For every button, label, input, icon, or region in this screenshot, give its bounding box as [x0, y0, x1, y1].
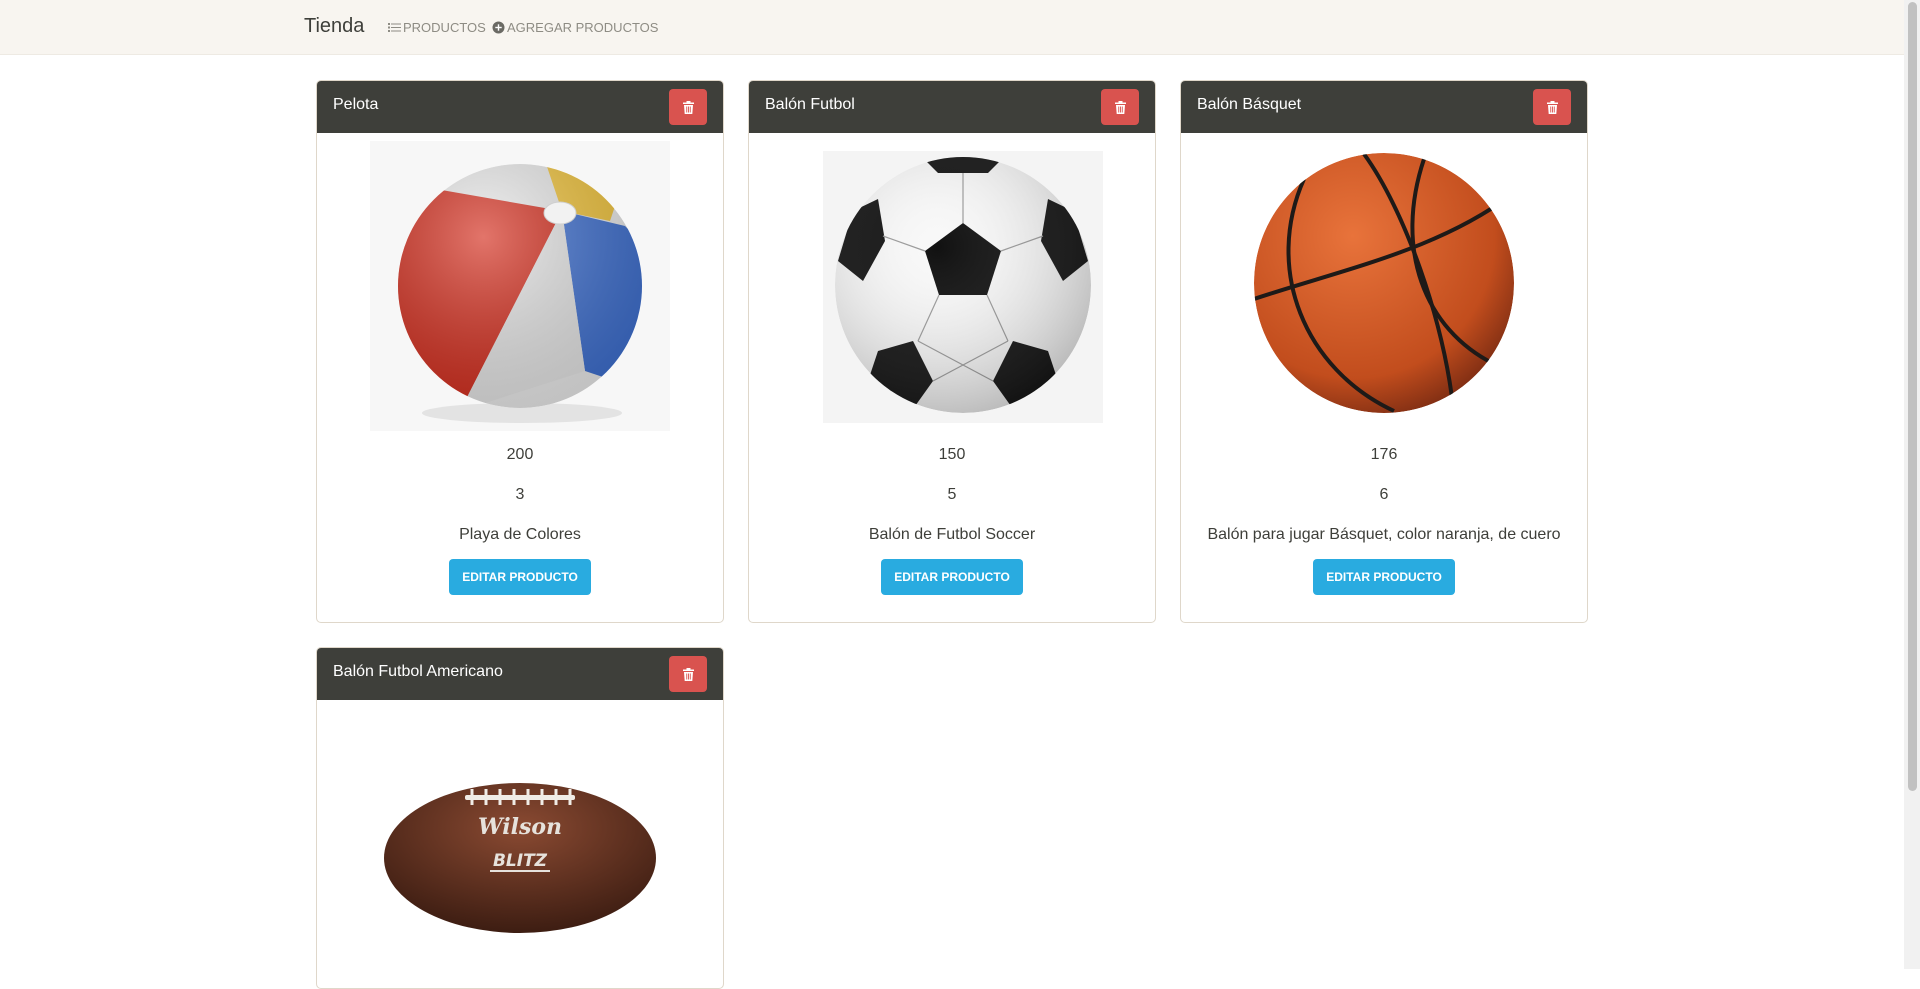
trash-icon: [1546, 100, 1558, 114]
card-header: Balón Futbol: [749, 81, 1155, 133]
product-description: Balón de Futbol Soccer: [868, 526, 1036, 543]
product-info: 200 3 Playa de Colores EDITAR PRODUCTO: [317, 435, 723, 595]
delete-button[interactable]: [669, 656, 707, 692]
delete-button[interactable]: [1101, 89, 1139, 125]
product-description: Balón para jugar Básquet, color naranja,…: [1207, 526, 1561, 543]
card-header: Balón Básquet: [1181, 81, 1587, 133]
trash-icon: [682, 667, 694, 681]
brand-link[interactable]: Tienda: [304, 15, 364, 38]
product-card: Pelota 200 3 Playa de Colores EDITAR PRO…: [316, 80, 724, 623]
product-info: 150 5 Balón de Futbol Soccer EDITAR PROD…: [749, 435, 1155, 595]
product-image: [317, 133, 723, 435]
football-brand-text: Wilson: [478, 814, 562, 840]
nav-link-productos[interactable]: PRODUCTOS: [388, 20, 486, 35]
trash-icon: [682, 100, 694, 114]
product-price: 150: [938, 446, 966, 463]
navbar: Tienda PRODUCTOS AGREGAR PRODUCTOS: [0, 0, 1904, 55]
product-image: Wilson BLITZ: [317, 700, 723, 988]
edit-product-button[interactable]: EDITAR PRODUCTO: [1313, 559, 1455, 595]
product-card: Balón Futbol Americano Wilson BLITZ: [316, 647, 724, 989]
trash-icon: [1114, 100, 1126, 114]
scrollbar-thumb[interactable]: [1908, 2, 1917, 791]
product-price: 200: [506, 446, 534, 463]
product-quantity: 5: [947, 486, 957, 503]
product-name: Balón Básquet: [1197, 96, 1302, 113]
nav-link-agregar-productos[interactable]: AGREGAR PRODUCTOS: [492, 20, 658, 35]
edit-product-button[interactable]: EDITAR PRODUCTO: [881, 559, 1023, 595]
plus-circle-icon: [492, 21, 505, 34]
nav-link-label: AGREGAR PRODUCTOS: [507, 20, 659, 35]
card-header: Balón Futbol Americano: [317, 648, 723, 700]
product-quantity: 3: [515, 486, 525, 503]
product-info: 176 6 Balón para jugar Básquet, color na…: [1181, 435, 1587, 595]
delete-button[interactable]: [1533, 89, 1571, 125]
product-image: [749, 133, 1155, 435]
delete-button[interactable]: [669, 89, 707, 125]
product-name: Pelota: [333, 96, 379, 113]
product-image: [1181, 133, 1587, 435]
edit-product-button[interactable]: EDITAR PRODUCTO: [449, 559, 591, 595]
product-quantity: 6: [1379, 486, 1389, 503]
nav-link-label: PRODUCTOS: [403, 20, 486, 35]
card-header: Pelota: [317, 81, 723, 133]
product-card: Balón Básquet 176 6 Balón para jugar Bás…: [1180, 80, 1588, 623]
product-price: 176: [1370, 446, 1398, 463]
football-model-text: BLITZ: [493, 851, 548, 871]
product-card: Balón Futbol 150 5 Balón de Futbol Socce…: [748, 80, 1156, 623]
product-description: Playa de Colores: [459, 526, 581, 543]
product-name: Balón Futbol: [765, 96, 855, 113]
product-name: Balón Futbol Americano: [333, 663, 503, 680]
list-icon: [388, 23, 401, 32]
